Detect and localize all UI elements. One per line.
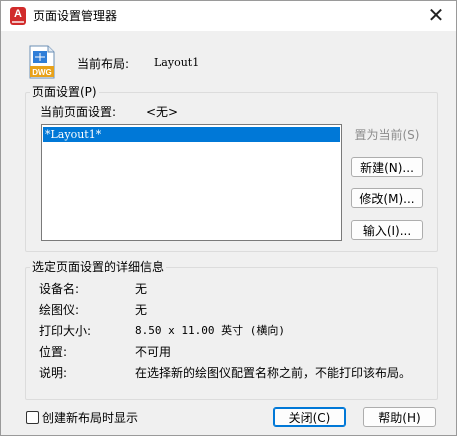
close-button[interactable]: 关闭(C) [273, 407, 346, 427]
show-on-new-layout-label[interactable]: 创建新布局时显示 [42, 409, 138, 426]
device-name-value: 无 [135, 282, 148, 296]
import-button[interactable]: 输入(I)... [351, 220, 423, 240]
new-button[interactable]: 新建(N)... [351, 157, 423, 177]
plotter-value: 无 [135, 303, 148, 317]
set-current-button[interactable]: 置为当前(S) [351, 125, 423, 145]
dialog-title: 页面设置管理器 [33, 9, 118, 23]
page-setups-group-title: 页面设置(P) [30, 85, 99, 99]
description-label: 说明: [39, 366, 68, 380]
current-layout-value: Layout1 [154, 56, 200, 69]
plot-size-label: 打印大小: [39, 324, 92, 338]
location-value: 不可用 [135, 345, 172, 359]
dwg-icon-text: DWG [32, 68, 52, 77]
details-group-title: 选定页面设置的详细信息 [30, 260, 167, 274]
current-layout-label: 当前布局: [77, 57, 130, 71]
plotter-label: 绘图仪: [39, 303, 80, 317]
modify-button[interactable]: 修改(M)... [351, 188, 423, 208]
app-icon-letter: A [14, 8, 22, 20]
show-on-new-layout-checkbox[interactable] [26, 411, 39, 424]
page-setup-list[interactable]: *Layout1* [41, 124, 342, 241]
device-name-label: 设备名: [39, 282, 80, 296]
current-page-setup-label: 当前页面设置: [40, 105, 117, 119]
page-setup-manager-dialog: A 页面设置管理器 ✕ DWG 当前布局: Layout1 页面设置(P) 当前… [0, 0, 457, 436]
autocad-app-icon: A [10, 7, 26, 25]
location-label: 位置: [39, 345, 68, 359]
description-value: 在选择新的绘图仪配置名称之前，不能打印该布局。 [135, 366, 412, 380]
list-item[interactable]: *Layout1* [43, 127, 340, 142]
help-button[interactable]: 帮助(H) [363, 407, 436, 427]
current-page-setup-value: <无> [146, 105, 179, 119]
title-bar: A 页面设置管理器 ✕ [1, 1, 456, 31]
plot-size-value: 8.50 x 11.00 英寸 (横向) [135, 324, 285, 337]
dwg-file-icon: DWG [29, 45, 55, 79]
close-icon[interactable]: ✕ [416, 1, 456, 31]
